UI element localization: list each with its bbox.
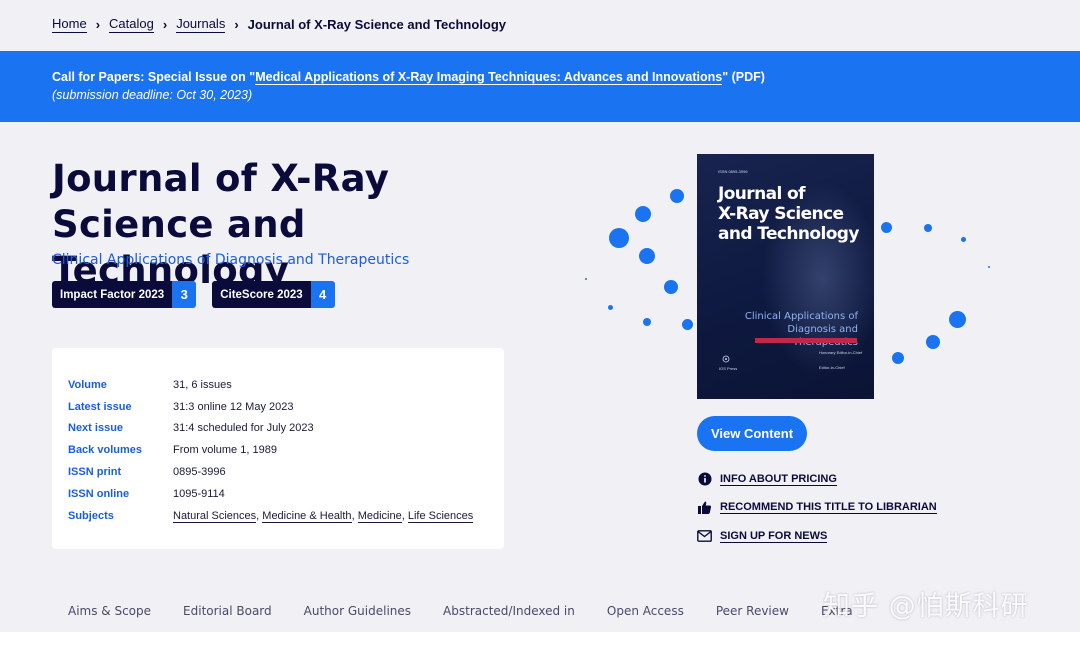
citescore-badge: CiteScore 2023 4 bbox=[212, 281, 335, 308]
decorative-dot bbox=[988, 266, 990, 268]
cover-editor-2: Editor-in-Chief bbox=[819, 365, 845, 370]
cover-title-line: and Technology bbox=[718, 224, 859, 244]
cover-publisher: IOS Press bbox=[719, 366, 738, 371]
info-value: 31:4 scheduled for July 2023 bbox=[173, 422, 314, 435]
info-row-volume: Volume 31, 6 issues bbox=[68, 374, 488, 396]
journal-subtitle: Clinical Applications of Diagnosis and T… bbox=[52, 252, 410, 268]
decorative-dot bbox=[664, 280, 678, 294]
breadcrumb: Home › Catalog › Journals › Journal of X… bbox=[52, 16, 506, 33]
metrics: Impact Factor 2023 3 CiteScore 2023 4 bbox=[52, 281, 335, 308]
tab-author-guidelines[interactable]: Author Guidelines bbox=[288, 604, 427, 618]
decorative-dot bbox=[585, 278, 587, 280]
tab-open-access[interactable]: Open Access bbox=[591, 604, 700, 618]
special-issue-link[interactable]: Medical Applications of X-Ray Imaging Te… bbox=[255, 70, 723, 85]
info-row-issn-print: ISSN print 0895-3996 bbox=[68, 461, 488, 483]
banner-prefix: Call for Papers: Special Issue on " bbox=[52, 70, 256, 84]
info-icon bbox=[697, 472, 712, 487]
chevron-right-icon: › bbox=[234, 17, 239, 32]
breadcrumb-current: Journal of X-Ray Science and Technology bbox=[247, 17, 507, 32]
breadcrumb-journals[interactable]: Journals bbox=[176, 16, 226, 33]
impact-factor-value: 3 bbox=[172, 281, 197, 308]
info-value: 0895-3996 bbox=[173, 466, 226, 479]
cover-title-line: X-Ray Science bbox=[718, 204, 844, 224]
decorative-dot bbox=[961, 237, 966, 242]
banner-deadline: (submission deadline: Oct 30, 2023) bbox=[52, 88, 253, 102]
decorative-dot bbox=[639, 248, 655, 264]
cover-subtitle: Clinical Applications of Diagnosis and T… bbox=[744, 311, 858, 348]
info-row-next-issue: Next issue 31:4 scheduled for July 2023 bbox=[68, 418, 488, 440]
view-content-button[interactable]: View Content bbox=[697, 416, 807, 451]
info-row-back-volumes: Back volumes From volume 1, 1989 bbox=[68, 439, 488, 461]
info-key: Next issue bbox=[68, 422, 124, 435]
envelope-icon bbox=[697, 529, 712, 544]
impact-factor-badge: Impact Factor 2023 3 bbox=[52, 281, 197, 308]
cover-title: Journal of X-Ray Science and Technology bbox=[718, 184, 859, 244]
citescore-value: 4 bbox=[310, 281, 335, 308]
decorative-dot bbox=[682, 319, 693, 330]
decorative-dot bbox=[892, 352, 904, 364]
info-row-subjects: Subjects Natural Sciences, Medicine & He… bbox=[68, 505, 488, 527]
action-label: RECOMMEND THIS TITLE TO LIBRARIAN bbox=[720, 501, 937, 515]
info-key: Back volumes bbox=[68, 444, 142, 457]
decorative-dot bbox=[635, 206, 651, 222]
info-value: 1095-9114 bbox=[173, 487, 225, 500]
bottom-strip bbox=[0, 632, 1080, 646]
info-row-issn-online: ISSN online 1095-9114 bbox=[68, 483, 488, 505]
decorative-dot bbox=[881, 222, 892, 233]
sign-up-for-news-link[interactable]: SIGN UP FOR NEWS bbox=[697, 522, 937, 551]
chevron-right-icon: › bbox=[162, 17, 168, 32]
decorative-dot bbox=[926, 335, 940, 349]
info-value: 31:3 online 12 May 2023 bbox=[173, 400, 294, 413]
subject-link[interactable]: Life Sciences bbox=[407, 509, 474, 523]
decorative-dot bbox=[608, 305, 613, 310]
tab-editorial-board[interactable]: Editorial Board bbox=[167, 604, 288, 618]
tab-abstracted-indexed[interactable]: Abstracted/Indexed in bbox=[427, 604, 591, 618]
subject-link[interactable]: Medicine & Health bbox=[262, 509, 352, 523]
publisher-logo-icon bbox=[722, 355, 730, 363]
subjects-list: Natural Sciences, Medicine & Health, Med… bbox=[173, 509, 474, 523]
info-key: Subjects bbox=[68, 509, 114, 522]
breadcrumb-home[interactable]: Home bbox=[52, 16, 87, 33]
info-key: Latest issue bbox=[68, 400, 132, 413]
recommend-to-librarian-link[interactable]: RECOMMEND THIS TITLE TO LIBRARIAN bbox=[697, 494, 937, 523]
info-value: 31, 6 issues bbox=[173, 378, 232, 391]
journal-actions: INFO ABOUT PRICING RECOMMEND THIS TITLE … bbox=[697, 465, 937, 551]
banner-suffix: " (PDF) bbox=[722, 70, 765, 84]
info-key: ISSN print bbox=[68, 466, 122, 479]
subject-link[interactable]: Natural Sciences bbox=[173, 509, 257, 523]
tab-peer-review[interactable]: Peer Review bbox=[700, 604, 805, 618]
decorative-dot bbox=[670, 189, 684, 203]
watermark: 知乎 @怕斯科研 bbox=[823, 591, 1029, 622]
cover-title-line: Journal of bbox=[718, 184, 805, 204]
citescore-label: CiteScore 2023 bbox=[212, 281, 311, 308]
impact-factor-label: Impact Factor 2023 bbox=[52, 281, 173, 308]
cover-red-bar bbox=[755, 338, 857, 343]
page-title: Journal of X-Ray Science and Technology bbox=[52, 157, 390, 292]
thumbs-up-icon bbox=[697, 500, 712, 515]
tab-aims-scope[interactable]: Aims & Scope bbox=[52, 604, 167, 618]
journal-info-card: Volume 31, 6 issues Latest issue 31:3 on… bbox=[52, 348, 504, 549]
call-for-papers-banner: Call for Papers: Special Issue on "Medic… bbox=[0, 51, 1080, 122]
breadcrumb-catalog[interactable]: Catalog bbox=[109, 16, 154, 33]
action-label: SIGN UP FOR NEWS bbox=[720, 529, 828, 543]
journal-cover-image[interactable]: ISSN 0895-3996 Journal of X-Ray Science … bbox=[697, 154, 874, 399]
decorative-dot bbox=[949, 311, 966, 328]
info-about-pricing-link[interactable]: INFO ABOUT PRICING bbox=[697, 465, 937, 494]
info-value: From volume 1, 1989 bbox=[173, 444, 277, 457]
info-row-latest-issue: Latest issue 31:3 online 12 May 2023 bbox=[68, 396, 488, 418]
decorative-dot bbox=[609, 228, 629, 248]
action-label: INFO ABOUT PRICING bbox=[720, 472, 837, 486]
cover-editor-1: Honorary Editor-in-Chief bbox=[819, 350, 863, 355]
decorative-dot bbox=[924, 224, 932, 232]
info-key: ISSN online bbox=[68, 487, 130, 500]
subject-link[interactable]: Medicine bbox=[357, 509, 402, 523]
journal-tabs: Aims & Scope Editorial Board Author Guid… bbox=[52, 604, 869, 618]
cover-issn: ISSN 0895-3996 bbox=[718, 169, 748, 174]
info-key: Volume bbox=[68, 378, 107, 391]
decorative-dot bbox=[643, 318, 651, 326]
chevron-right-icon: › bbox=[95, 17, 101, 32]
banner-headline: Call for Papers: Special Issue on "Medic… bbox=[52, 70, 1028, 85]
